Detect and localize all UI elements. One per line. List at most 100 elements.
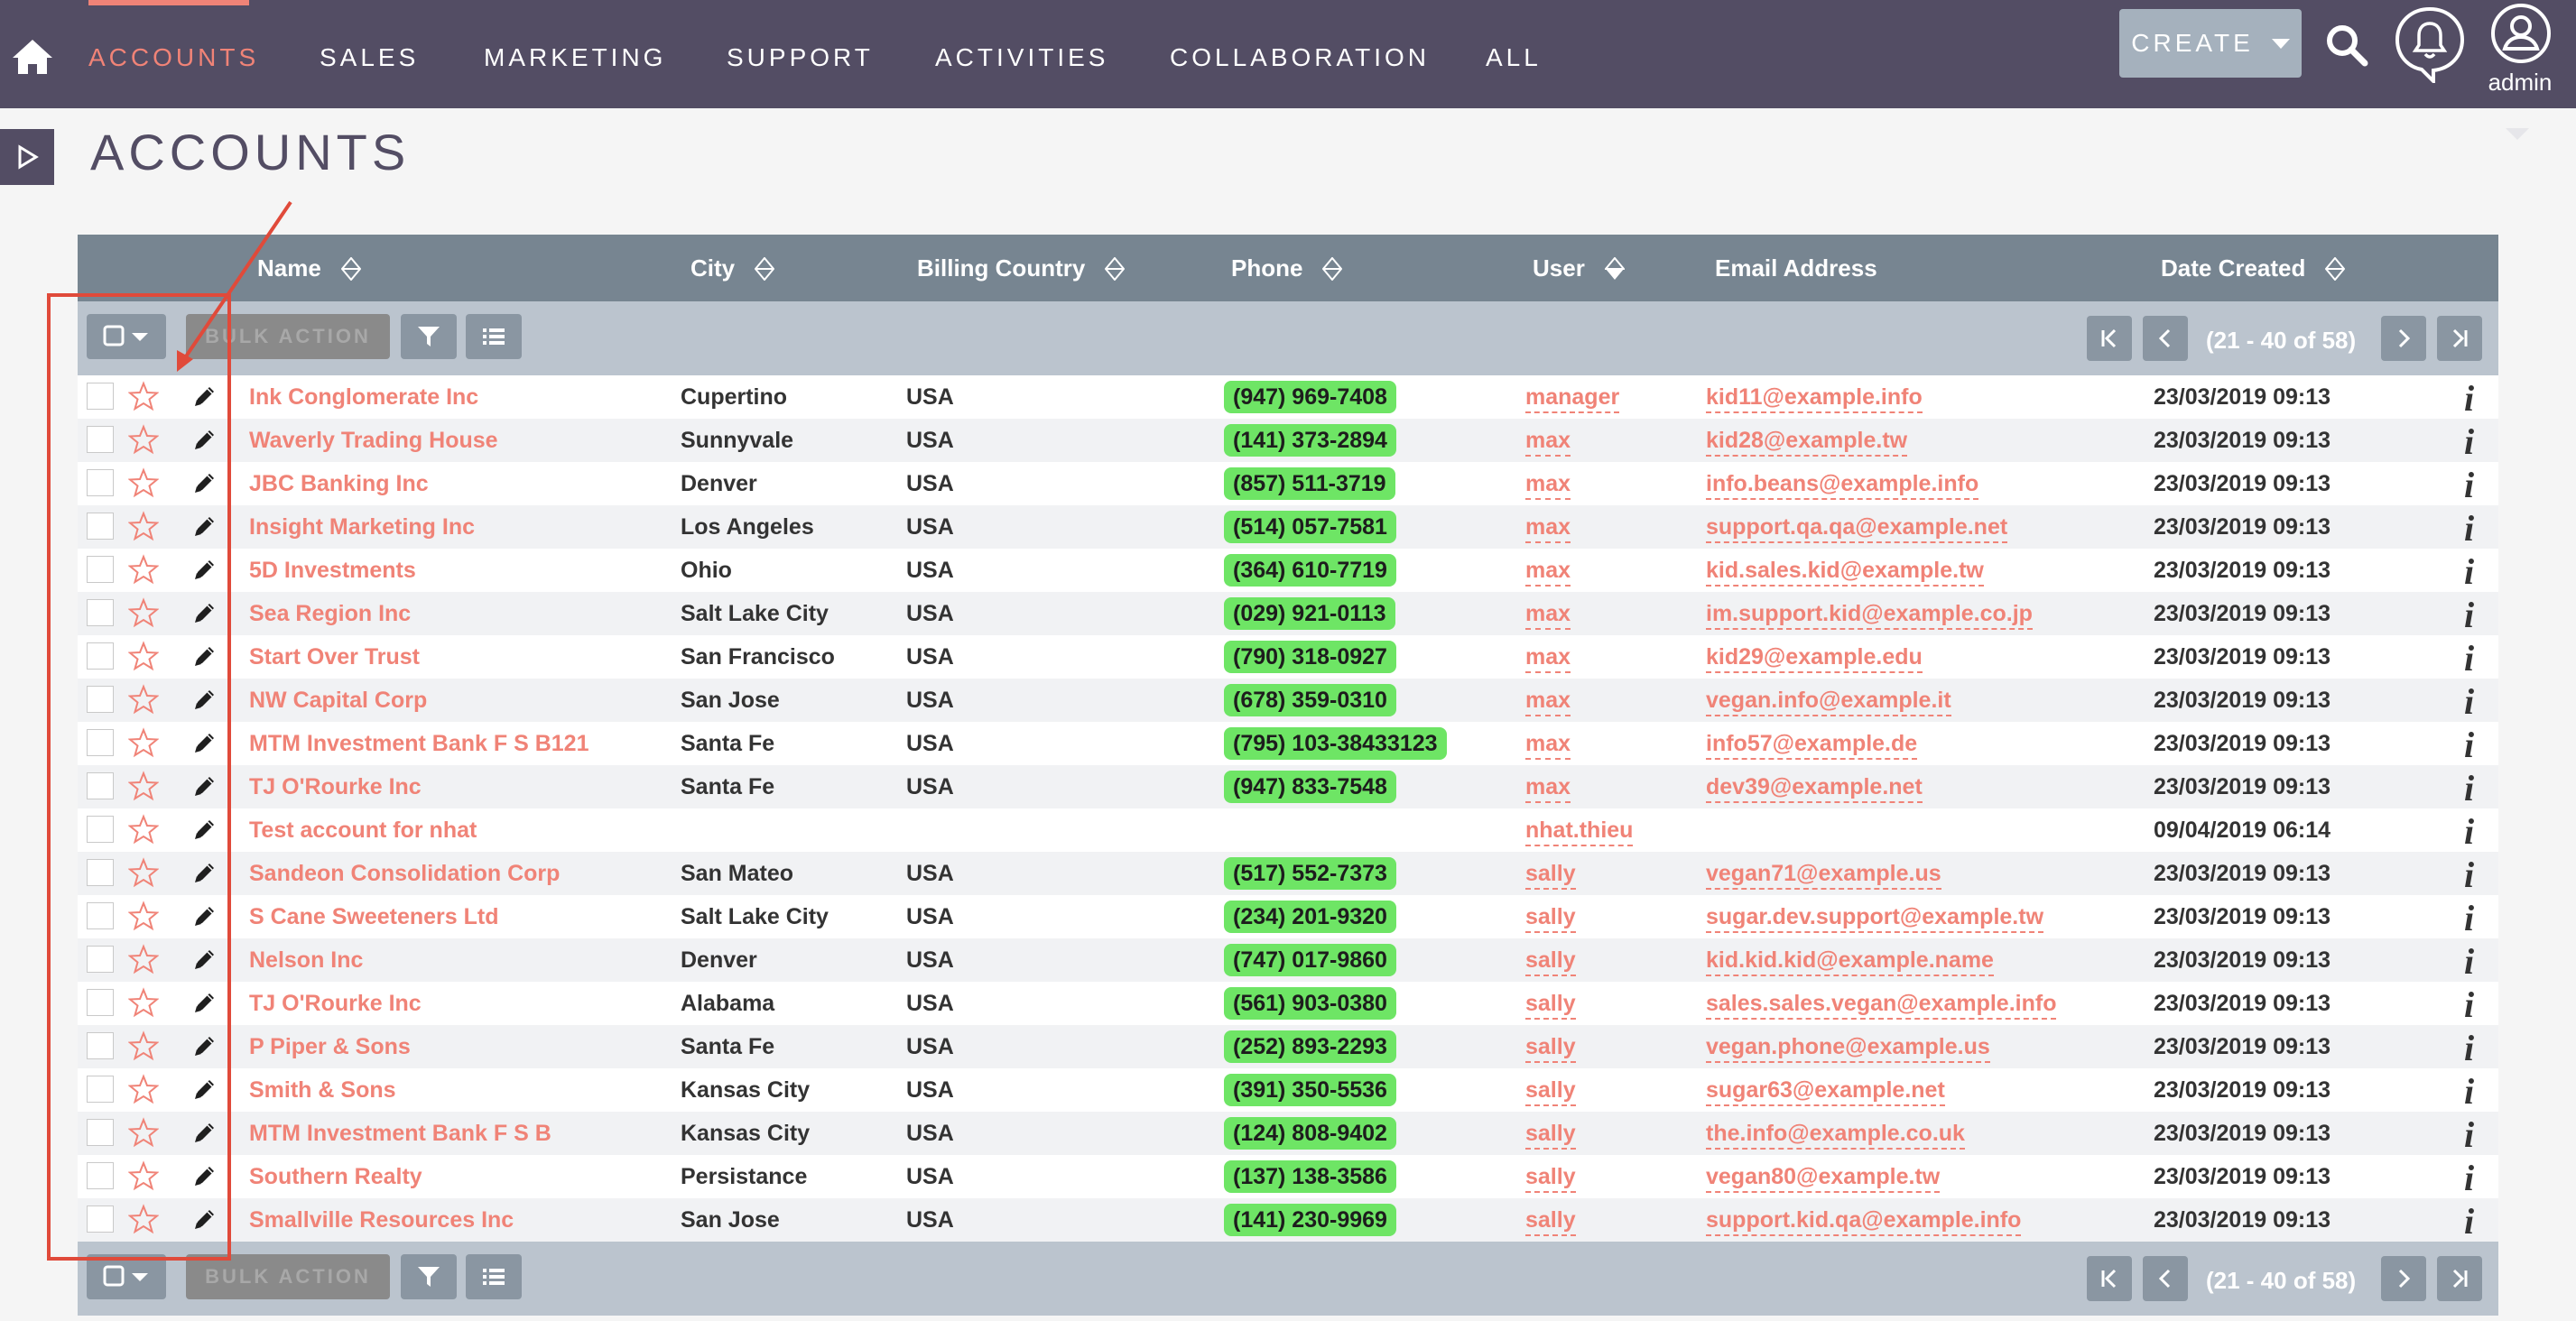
phone-link[interactable]: (517) 552-7373 — [1224, 857, 1396, 890]
row-checkbox[interactable] — [87, 772, 114, 799]
previous-page-button[interactable] — [2143, 1256, 2188, 1301]
edit-pencil-icon[interactable] — [191, 1162, 218, 1194]
phone-link[interactable]: (141) 230-9969 — [1224, 1204, 1396, 1236]
edit-pencil-icon[interactable] — [191, 729, 218, 761]
email-link[interactable]: info57@example.de — [1706, 722, 1918, 760]
email-link[interactable]: the.info@example.co.uk — [1706, 1112, 1965, 1150]
info-icon[interactable]: i — [2464, 1117, 2474, 1153]
phone-link[interactable]: (137) 138-3586 — [1224, 1160, 1396, 1193]
tab-support[interactable]: SUPPORT — [727, 43, 874, 72]
phone-link[interactable]: (029) 921-0113 — [1224, 597, 1395, 630]
next-page-button[interactable] — [2381, 316, 2426, 361]
phone-link[interactable]: (141) 373-2894 — [1224, 424, 1396, 457]
email-link[interactable]: sales.sales.vegan@example.info — [1706, 982, 2057, 1020]
favorite-star-icon[interactable] — [127, 1204, 160, 1239]
edit-pencil-icon[interactable] — [191, 513, 218, 544]
edit-pencil-icon[interactable] — [191, 686, 218, 717]
edit-pencil-icon[interactable] — [191, 1206, 218, 1237]
account-name-link[interactable]: Start Over Trust — [249, 635, 420, 679]
column-header-phone[interactable]: Phone — [1231, 254, 1343, 282]
favorite-star-icon[interactable] — [127, 467, 160, 503]
account-name-link[interactable]: Nelson Inc — [249, 938, 363, 982]
account-name-link[interactable]: MTM Investment Bank F S B — [249, 1112, 551, 1155]
row-checkbox[interactable] — [87, 902, 114, 929]
assigned-user-link[interactable]: max — [1525, 505, 1571, 543]
favorite-star-icon[interactable] — [127, 381, 160, 416]
assigned-user-link[interactable]: sally — [1525, 1112, 1576, 1150]
assigned-user-link[interactable]: sally — [1525, 1198, 1576, 1236]
edit-pencil-icon[interactable] — [191, 383, 218, 414]
email-link[interactable]: kid29@example.edu — [1706, 635, 1923, 673]
select-all-dropdown[interactable] — [87, 314, 166, 359]
email-link[interactable]: vegan80@example.tw — [1706, 1155, 1941, 1193]
info-icon[interactable]: i — [2464, 857, 2474, 893]
email-link[interactable]: vegan.info@example.it — [1706, 679, 1951, 716]
assigned-user-link[interactable]: max — [1525, 635, 1571, 673]
tab-all[interactable]: ALL — [1486, 43, 1542, 72]
phone-link[interactable]: (364) 610-7719 — [1224, 554, 1396, 587]
row-checkbox[interactable] — [87, 599, 114, 626]
last-page-button[interactable] — [2437, 1256, 2482, 1301]
column-header-billing-country[interactable]: Billing Country — [917, 254, 1126, 282]
column-chooser-button[interactable] — [466, 1254, 522, 1299]
row-checkbox[interactable] — [87, 642, 114, 670]
search-icon[interactable] — [2321, 20, 2372, 75]
row-checkbox[interactable] — [87, 1032, 114, 1059]
row-checkbox[interactable] — [87, 1119, 114, 1146]
assigned-user-link[interactable]: sally — [1525, 1068, 1576, 1106]
row-checkbox[interactable] — [87, 859, 114, 886]
tab-activities[interactable]: ACTIVITIES — [935, 43, 1108, 72]
account-name-link[interactable]: 5D Investments — [249, 549, 416, 592]
edit-pencil-icon[interactable] — [191, 642, 218, 674]
info-icon[interactable]: i — [2464, 987, 2474, 1023]
home-icon[interactable] — [5, 29, 60, 83]
phone-link[interactable]: (857) 511-3719 — [1224, 467, 1395, 500]
last-page-button[interactable] — [2437, 316, 2482, 361]
edit-pencil-icon[interactable] — [191, 599, 218, 631]
row-checkbox[interactable] — [87, 816, 114, 843]
first-page-button[interactable] — [2087, 316, 2132, 361]
email-link[interactable]: kid28@example.tw — [1706, 419, 1908, 457]
edit-pencil-icon[interactable] — [191, 816, 218, 847]
row-checkbox[interactable] — [87, 556, 114, 583]
email-link[interactable]: kid11@example.info — [1706, 375, 1923, 413]
email-link[interactable]: sugar63@example.net — [1706, 1068, 1945, 1106]
assigned-user-link[interactable]: nhat.thieu — [1525, 808, 1634, 846]
email-link[interactable]: kid.sales.kid@example.tw — [1706, 549, 1984, 587]
account-name-link[interactable]: TJ O'Rourke Inc — [249, 765, 422, 808]
account-name-link[interactable]: Waverly Trading House — [249, 419, 498, 462]
assigned-user-link[interactable]: max — [1525, 679, 1571, 716]
next-page-button[interactable] — [2381, 1256, 2426, 1301]
phone-link[interactable]: (678) 359-0310 — [1224, 684, 1396, 716]
info-icon[interactable]: i — [2464, 1204, 2474, 1240]
tab-collaboration[interactable]: COLLABORATION — [1170, 43, 1430, 72]
favorite-star-icon[interactable] — [127, 1117, 160, 1152]
favorite-star-icon[interactable] — [127, 684, 160, 719]
favorite-star-icon[interactable] — [127, 771, 160, 806]
column-header-date-created[interactable]: Date Created — [2161, 254, 2346, 282]
previous-page-button[interactable] — [2143, 316, 2188, 361]
row-checkbox[interactable] — [87, 426, 114, 453]
phone-link[interactable]: (514) 057-7581 — [1224, 511, 1396, 543]
phone-link[interactable]: (391) 350-5536 — [1224, 1074, 1396, 1106]
column-chooser-button[interactable] — [466, 314, 522, 359]
favorite-star-icon[interactable] — [127, 511, 160, 546]
favorite-star-icon[interactable] — [127, 1160, 160, 1196]
assigned-user-link[interactable]: sally — [1525, 1025, 1576, 1063]
phone-link[interactable]: (747) 017-9860 — [1224, 944, 1396, 976]
email-link[interactable]: info.beans@example.info — [1706, 462, 1979, 500]
account-name-link[interactable]: MTM Investment Bank F S B121 — [249, 722, 588, 765]
row-checkbox[interactable] — [87, 513, 114, 540]
assigned-user-link[interactable]: max — [1525, 765, 1571, 803]
bulk-action-button[interactable]: BULK ACTION — [186, 1254, 390, 1299]
edit-pencil-icon[interactable] — [191, 1032, 218, 1064]
row-checkbox[interactable] — [87, 946, 114, 973]
favorite-star-icon[interactable] — [127, 944, 160, 979]
edit-pencil-icon[interactable] — [191, 1076, 218, 1107]
row-checkbox[interactable] — [87, 686, 114, 713]
favorite-star-icon[interactable] — [127, 901, 160, 936]
assigned-user-link[interactable]: max — [1525, 592, 1571, 630]
select-all-dropdown[interactable] — [87, 1254, 166, 1299]
email-link[interactable]: kid.kid.kid@example.name — [1706, 938, 1994, 976]
account-name-link[interactable]: P Piper & Sons — [249, 1025, 411, 1068]
